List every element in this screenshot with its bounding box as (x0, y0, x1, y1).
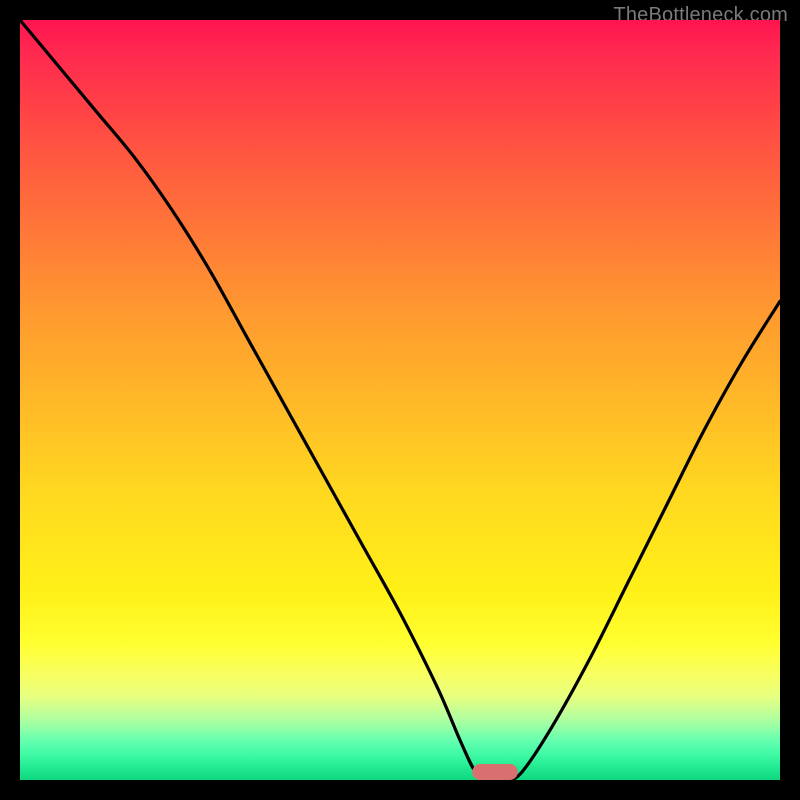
curve-layer (20, 20, 780, 780)
chart-stage: TheBottleneck.com (0, 0, 800, 800)
optimal-marker (472, 764, 518, 780)
plot-area (20, 20, 780, 780)
bottleneck-curve (20, 20, 780, 780)
